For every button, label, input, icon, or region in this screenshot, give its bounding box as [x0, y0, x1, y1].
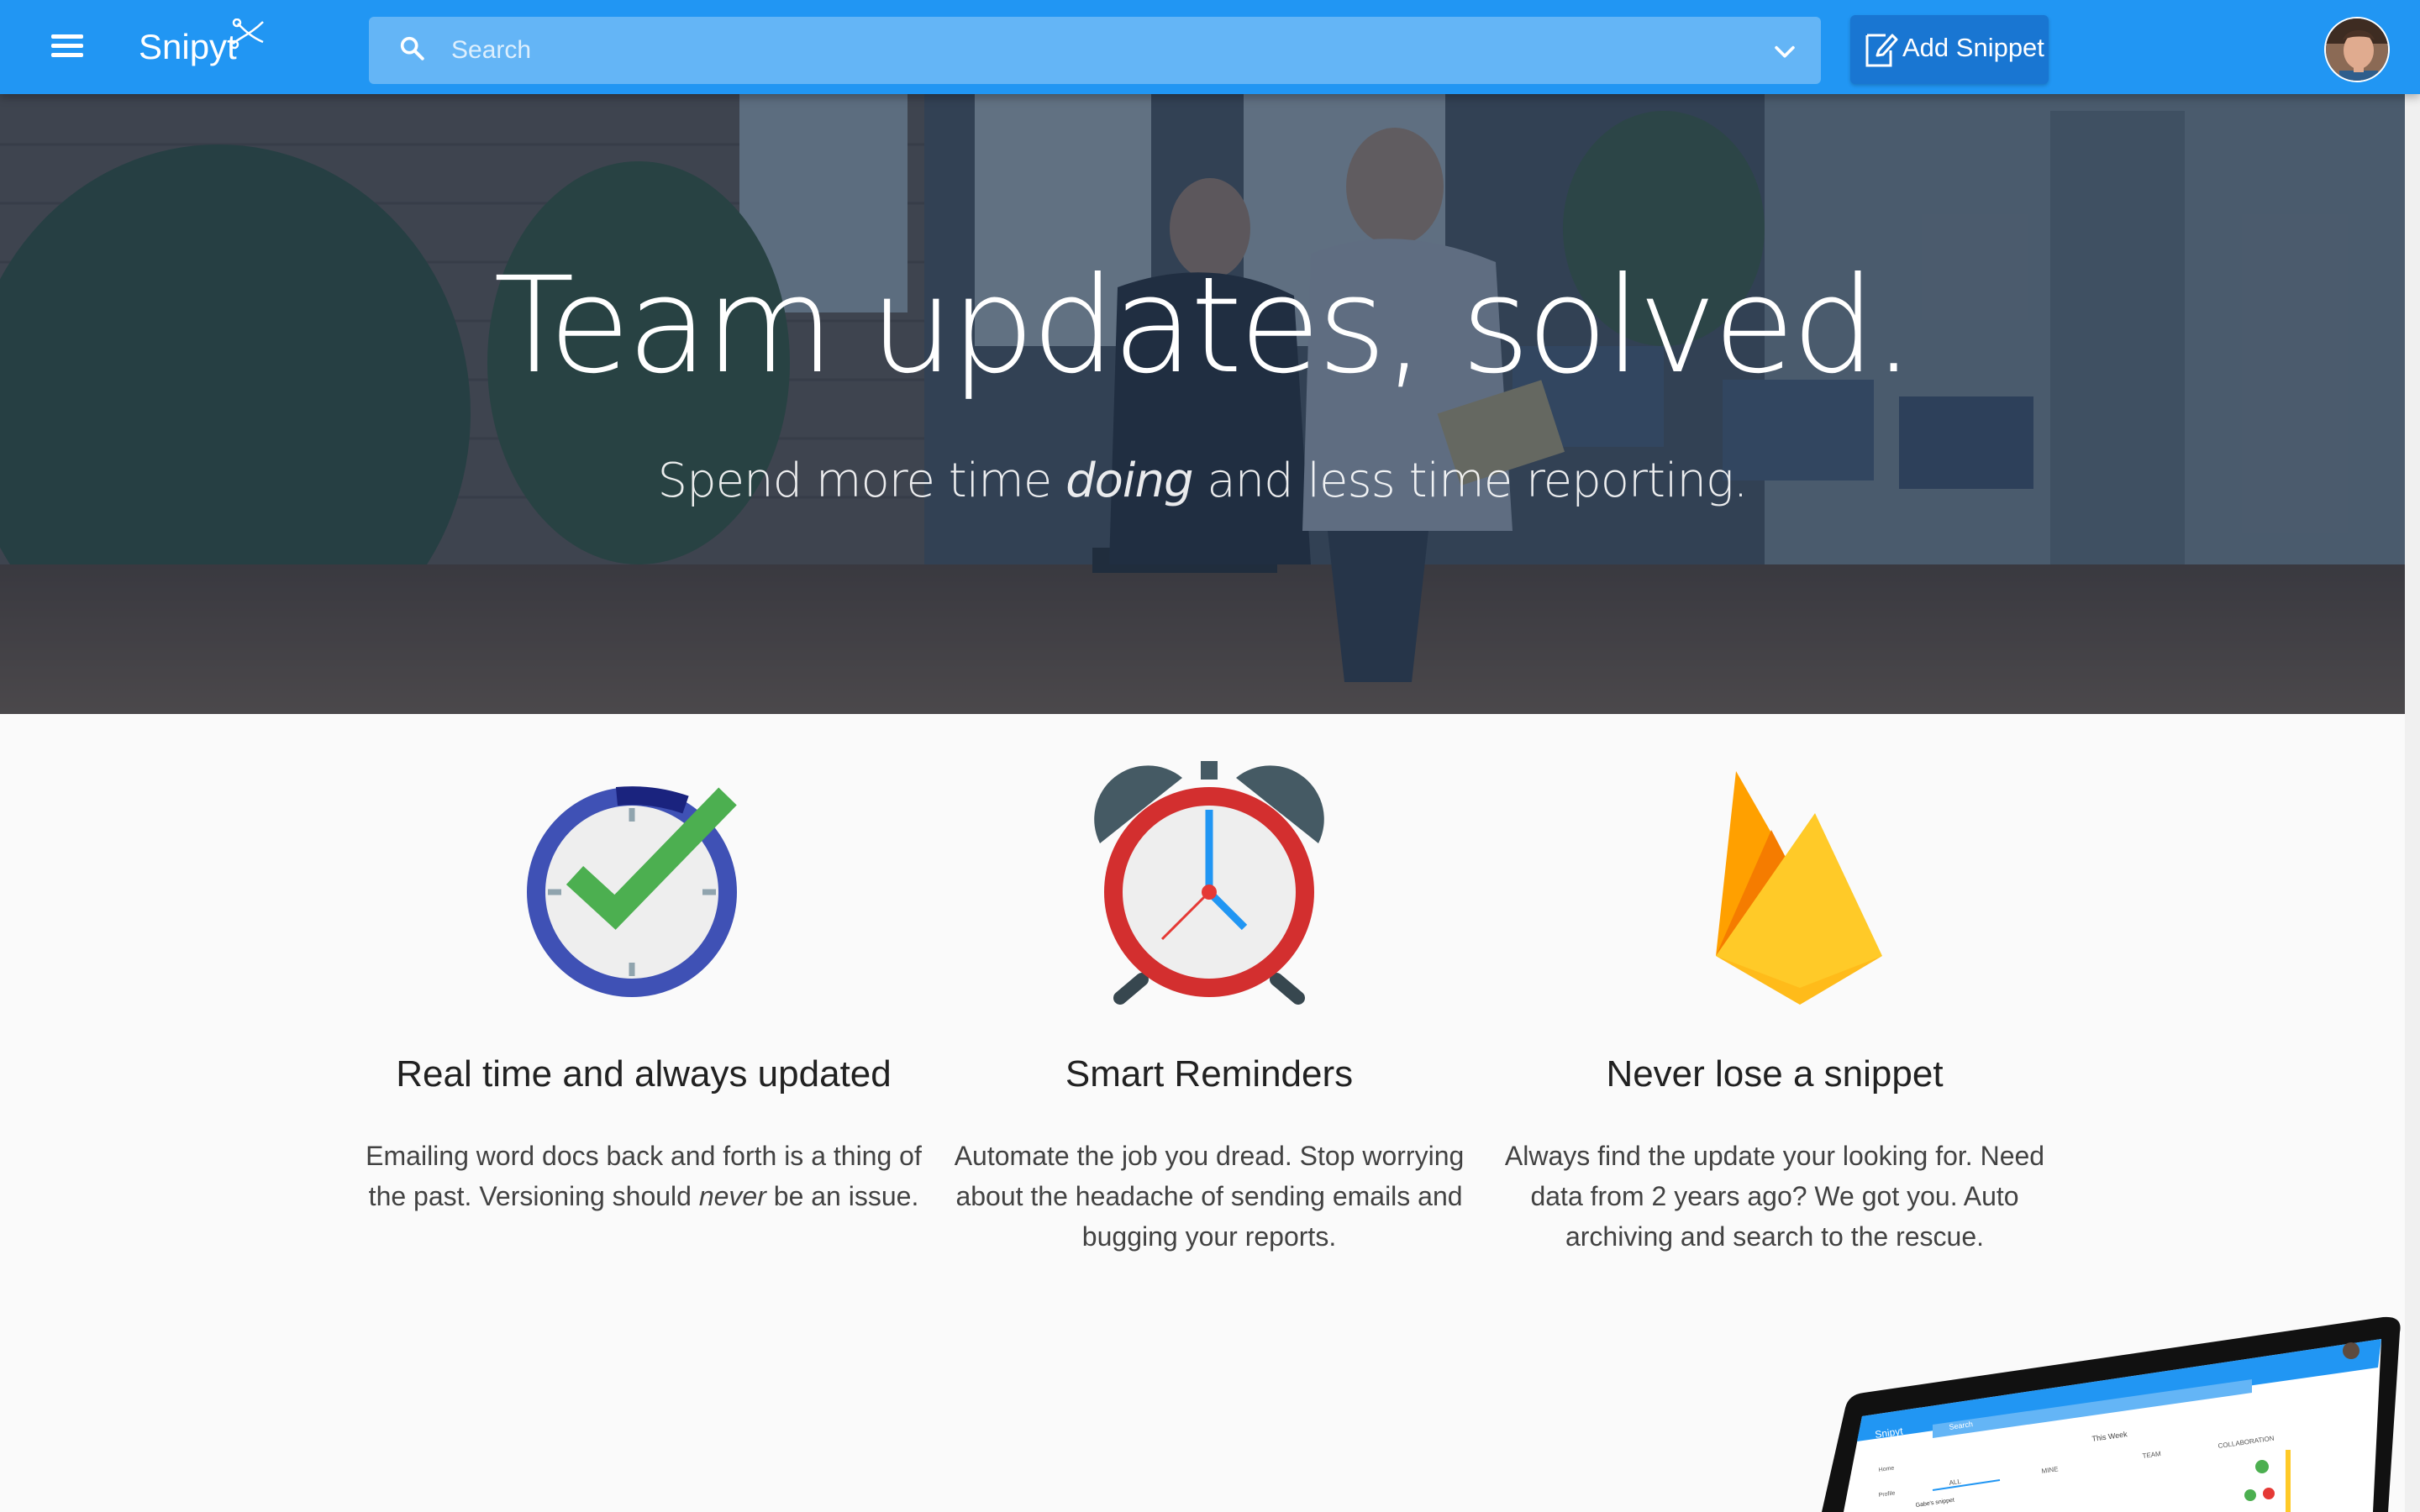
add-snippet-label: Add Snippet: [1902, 33, 2044, 62]
hero-overlay: [0, 94, 2405, 714]
feature-title: Smart Reminders: [1065, 1053, 1354, 1095]
feature-text: Automate the job you dread. Stop worryin…: [954, 1141, 1465, 1252]
page-scrollbar[interactable]: [2405, 94, 2420, 1512]
chevron-down-icon[interactable]: [1770, 37, 1799, 66]
search-bar[interactable]: [369, 17, 1821, 84]
edit-note-icon: [1865, 34, 1898, 67]
brand-name: Snipyt: [139, 27, 237, 66]
menu-icon[interactable]: [49, 30, 86, 64]
brand-logo[interactable]: Snipyt: [139, 18, 264, 72]
alarm-clock-icon: [1094, 761, 1324, 1005]
app-bar: Snipyt Add Snippet: [0, 0, 2420, 94]
scissors-icon: [229, 18, 264, 50]
clock-check-icon: [527, 786, 737, 997]
search-icon: [400, 36, 424, 60]
hero-subtitle-emphasis: doing: [1065, 454, 1193, 508]
hero-title: Team updates, solved.: [493, 249, 1914, 403]
firebase-flame-icon: [1716, 771, 1882, 1005]
hero-section: Team updates, solved. Spend more time do…: [0, 94, 2405, 714]
laptop-preview-image: Snipyt Search This Week ALL MINE TEAM CO…: [1822, 1316, 2401, 1512]
feature-title: Real time and always updated: [396, 1053, 892, 1095]
add-snippet-button[interactable]: Add Snippet: [1850, 15, 2049, 84]
search-input[interactable]: [451, 17, 1712, 84]
hero-subtitle: Spend more time doing and less time repo…: [657, 454, 1749, 508]
feature-text: Always find the update your looking for.…: [1504, 1141, 2045, 1252]
user-avatar[interactable]: [2324, 17, 2390, 82]
feature-text: Emailing word docs back and forth is a t…: [366, 1141, 922, 1211]
feature-title: Never lose a snippet: [1606, 1053, 1944, 1095]
